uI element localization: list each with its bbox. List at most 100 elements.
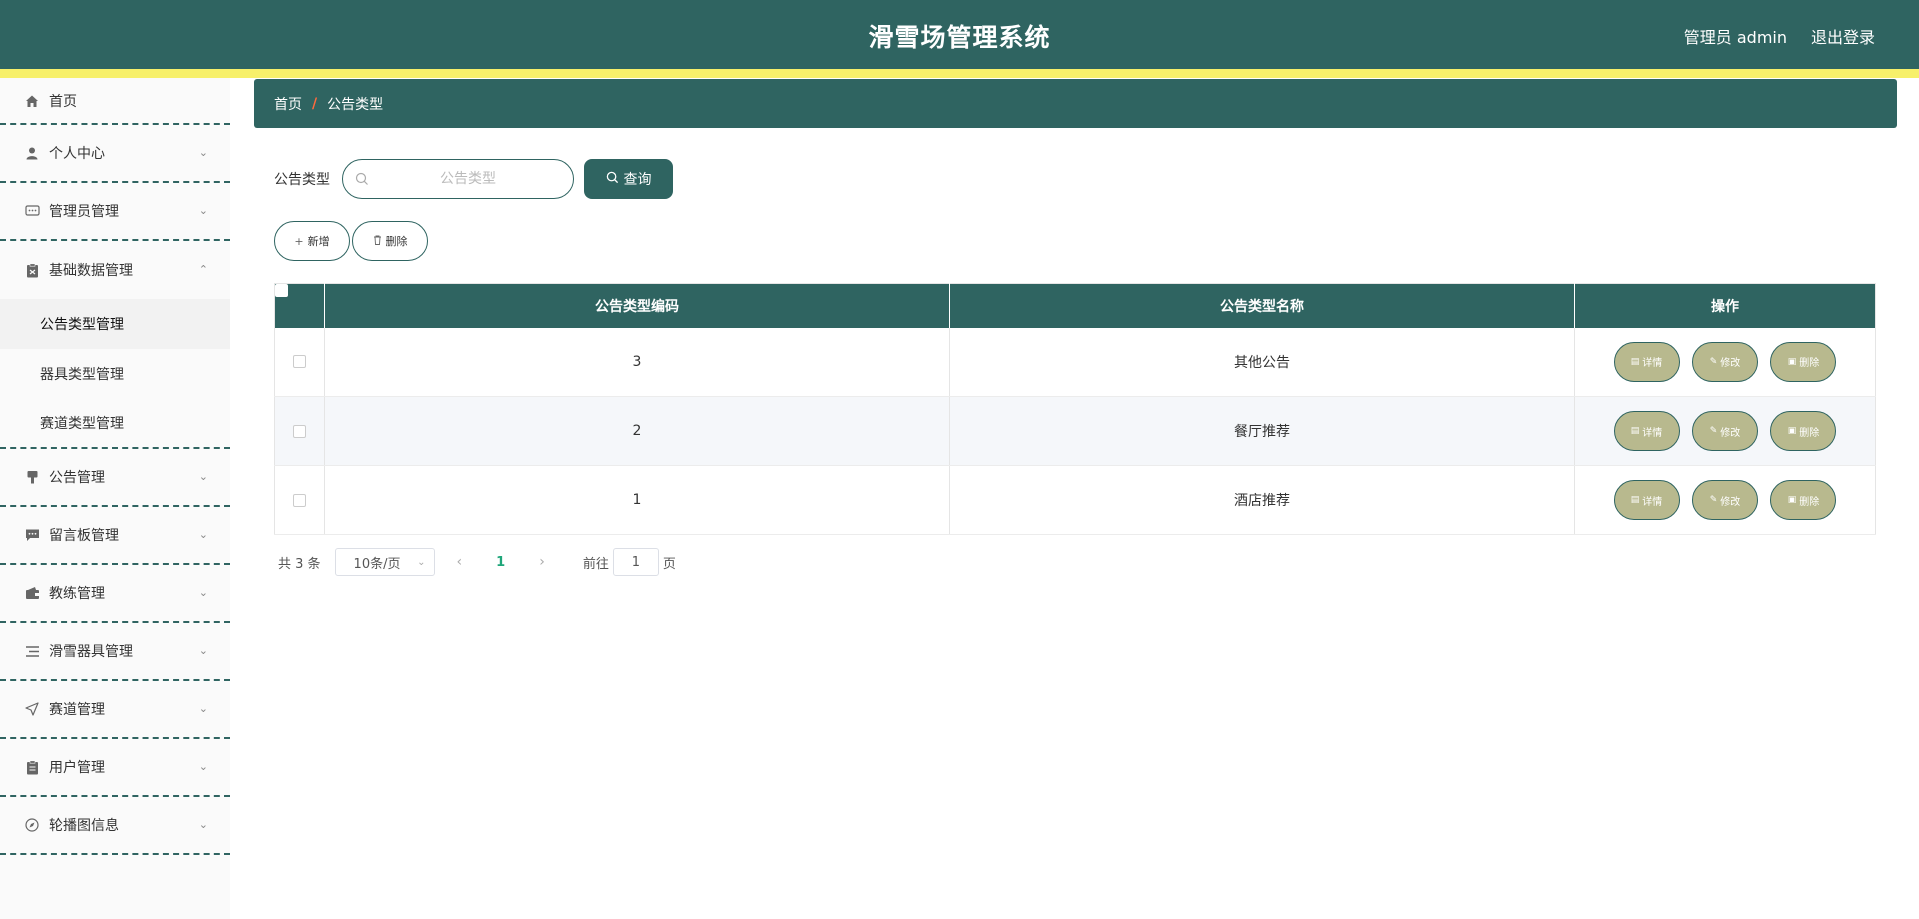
table-row: 1 酒店推荐 ▤ 详情 ✎ 修改 ▣ 删除 <box>274 465 1876 535</box>
page-size-select[interactable]: 10条/页 ⌄ <box>334 548 435 576</box>
breadcrumb-home[interactable]: 首页 <box>274 94 302 114</box>
row-checkbox[interactable] <box>293 355 306 369</box>
document-icon: ▤ <box>1630 356 1640 367</box>
row-checkbox[interactable] <box>293 424 306 438</box>
pagination-total: 共 3 条 <box>278 556 321 572</box>
sidebar-subitem-equipment-type[interactable]: 器具类型管理 <box>0 349 230 399</box>
query-button[interactable]: 查询 <box>584 159 673 199</box>
pencil-icon: ✎ <box>1709 495 1718 505</box>
page-size-value: 10条/页 <box>353 556 401 572</box>
sidebar-item-home[interactable]: 首页 <box>0 78 230 125</box>
chevron-down-icon: ⌄ <box>198 585 208 599</box>
sidebar-item-label: 管理员管理 <box>49 204 119 220</box>
delete-button[interactable]: 删除 <box>352 221 428 261</box>
header-stripe <box>0 69 1919 78</box>
sidebar-item-label: 基础数据管理 <box>49 263 133 279</box>
logout-button[interactable]: 退出登录 <box>1811 24 1875 48</box>
edit-label: 修改 <box>1720 427 1741 439</box>
edit-button[interactable]: ✎ 修改 <box>1692 341 1758 382</box>
prev-page-button[interactable]: ‹ <box>457 554 463 570</box>
chevron-down-icon: ⌄ <box>198 145 208 159</box>
trash-icon <box>373 235 382 248</box>
cell-actions: ▤ 详情 ✎ 修改 ▣ 删除 <box>1574 327 1876 397</box>
search-label: 公告类型 <box>274 172 330 188</box>
chevron-down-icon: ⌄ <box>198 643 208 657</box>
sidebar-item-label: 教练管理 <box>49 586 105 602</box>
breadcrumb-current: 公告类型 <box>327 96 384 113</box>
list-icon <box>24 643 40 659</box>
sidebar-item-label: 个人中心 <box>49 146 105 162</box>
chat-icon <box>24 203 40 219</box>
column-header-name: 公告类型名称 <box>949 283 1575 328</box>
table-row: 2 餐厅推荐 ▤ 详情 ✎ 修改 ▣ 删除 <box>274 396 1876 466</box>
edit-button[interactable]: ✎ 修改 <box>1692 411 1758 451</box>
edit-label: 修改 <box>1720 358 1741 370</box>
cell-actions: ▤ 详情 ✎ 修改 ▣ 删除 <box>1574 396 1876 466</box>
edit-button[interactable]: ✎ 修改 <box>1692 480 1758 520</box>
sidebar-item-label: 用户管理 <box>49 760 105 776</box>
sidebar-item-notices[interactable]: 公告管理 ⌄ <box>0 449 230 507</box>
row-delete-button[interactable]: ▣ 删除 <box>1770 411 1837 451</box>
chevron-down-icon: ⌄ <box>198 527 208 541</box>
chevron-down-icon: ⌄ <box>417 556 426 568</box>
document-icon: ▤ <box>1630 495 1640 505</box>
row-checkbox-cell <box>274 396 325 466</box>
cell-actions: ▤ 详情 ✎ 修改 ▣ 删除 <box>1574 465 1876 535</box>
cell-code: 2 <box>324 396 950 466</box>
detail-button[interactable]: ▤ 详情 <box>1613 411 1680 451</box>
goto-suffix: 页 <box>662 556 676 572</box>
select-all-checkbox[interactable] <box>274 283 288 297</box>
sidebar-item-basic-data[interactable]: 基础数据管理 ⌃ <box>0 241 230 299</box>
cell-code: 1 <box>324 465 950 535</box>
sidebar-item-ski-equipment[interactable]: 滑雪器具管理 ⌄ <box>0 623 230 681</box>
row-delete-button[interactable]: ▣ 删除 <box>1770 480 1837 520</box>
sidebar-item-coaches[interactable]: 教练管理 ⌄ <box>0 565 230 623</box>
sidebar-item-messages[interactable]: 留言板管理 ⌄ <box>0 507 230 565</box>
breadcrumb: 首页 / 公告类型 <box>254 79 1897 128</box>
page-number-current[interactable]: 1 <box>496 555 505 570</box>
sidebar-item-label: 赛道管理 <box>49 702 105 718</box>
sidebar-item-admins[interactable]: 管理员管理 ⌄ <box>0 183 230 241</box>
plus-icon: + <box>294 234 304 248</box>
cell-code: 3 <box>324 327 950 397</box>
chevron-down-icon: ⌄ <box>198 817 208 831</box>
cell-name: 酒店推荐 <box>949 465 1575 535</box>
message-icon <box>24 527 40 543</box>
table-row: 3 其他公告 ▤ 详情 ✎ 修改 ▣ 删除 <box>274 327 1876 397</box>
sidebar-item-carousel[interactable]: 轮播图信息 ⌄ <box>0 797 230 855</box>
document-icon: ▤ <box>1630 426 1640 436</box>
trash-icon: ▣ <box>1787 356 1797 367</box>
sidebar-subitem-track-type[interactable]: 赛道类型管理 <box>0 399 230 449</box>
search-field[interactable] <box>342 159 574 199</box>
user-icon <box>24 145 40 161</box>
goto-page-input[interactable] <box>612 548 659 576</box>
sidebar-item-label: 公告管理 <box>49 470 105 486</box>
sidebar-item-profile[interactable]: 个人中心 ⌄ <box>0 125 230 183</box>
table-header-row: 公告类型编码 公告类型名称 操作 <box>274 283 1876 328</box>
detail-label: 详情 <box>1642 358 1663 370</box>
row-delete-label: 删除 <box>1799 358 1820 370</box>
detail-button[interactable]: ▤ 详情 <box>1613 480 1680 520</box>
clipboard-icon <box>24 262 40 278</box>
current-user: 管理员 admin <box>1683 28 1787 47</box>
column-header-code: 公告类型编码 <box>324 283 950 328</box>
search-input[interactable] <box>373 160 563 198</box>
wallet-icon <box>24 585 40 601</box>
app-title: 滑雪场管理系统 <box>868 23 1051 52</box>
add-button[interactable]: + 新增 <box>274 221 350 261</box>
send-icon <box>24 701 40 717</box>
detail-button[interactable]: ▤ 详情 <box>1613 341 1680 382</box>
sidebar-item-tracks[interactable]: 赛道管理 ⌄ <box>0 681 230 739</box>
row-delete-button[interactable]: ▣ 删除 <box>1770 341 1837 382</box>
pagination: 共 3 条 10条/页 ⌄ ‹ 1 › 前往 页 <box>278 548 676 576</box>
select-all-cell <box>274 283 325 328</box>
row-checkbox[interactable] <box>293 493 306 507</box>
basic-data-submenu: 公告类型管理 器具类型管理 赛道类型管理 <box>0 299 230 449</box>
action-bar: + 新增 删除 <box>274 221 428 261</box>
sidebar-subitem-notice-type[interactable]: 公告类型管理 <box>0 299 230 349</box>
sidebar-item-users[interactable]: 用户管理 ⌄ <box>0 739 230 797</box>
pencil-icon: ✎ <box>1709 356 1718 367</box>
next-page-button[interactable]: › <box>539 554 545 570</box>
query-button-label: 查询 <box>623 172 652 188</box>
delete-button-label: 删除 <box>385 235 408 248</box>
